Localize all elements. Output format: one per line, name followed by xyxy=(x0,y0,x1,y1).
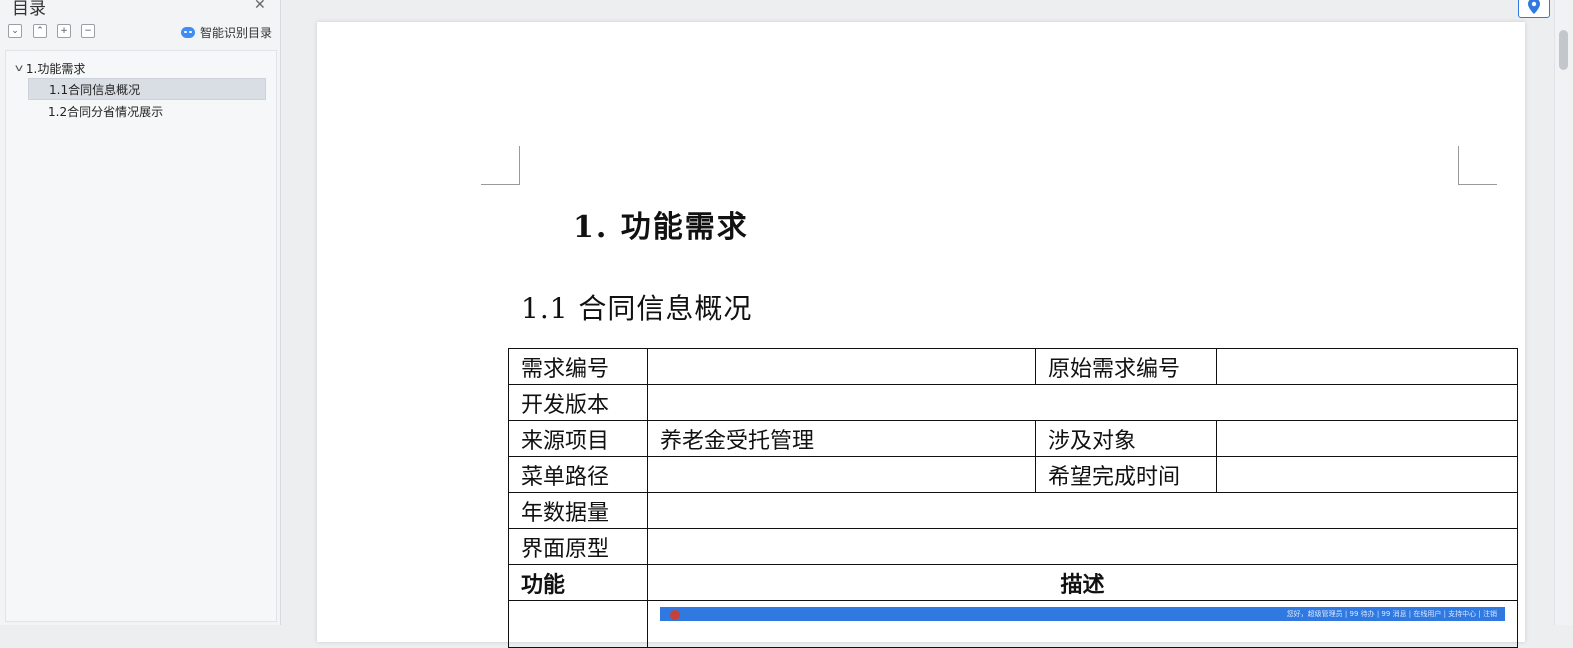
table-cell[interactable] xyxy=(647,456,1036,493)
location-pin-icon xyxy=(1528,0,1540,14)
table-row: 菜单路径 希望完成时间 xyxy=(508,456,1518,493)
table-cell[interactable]: 界面原型 xyxy=(508,528,648,565)
toc-tree: v 1.功能需求 1.1合同信息概况 1.2合同分省情况展示 xyxy=(5,50,277,622)
table-row: 界面原型 xyxy=(508,528,1518,565)
table-cell[interactable]: 来源项目 xyxy=(508,420,648,457)
toc-item-label: 1.2合同分省情况展示 xyxy=(48,105,164,119)
table-cell[interactable]: 需求编号 xyxy=(508,348,648,385)
requirements-table: 需求编号 原始需求编号 开发版本 来源项目 养老金受托管理 涉及对象 菜单路径 … xyxy=(508,348,1518,648)
toc-title: 目录 xyxy=(12,0,46,19)
chevron-down-icon[interactable]: v xyxy=(15,63,23,74)
table-cell[interactable] xyxy=(647,528,1518,565)
heading-1: 1. 功能需求 xyxy=(573,210,749,245)
table-header-cell[interactable]: 功能 xyxy=(508,564,648,601)
table-row: 年数据量 xyxy=(508,492,1518,529)
location-pin-button[interactable] xyxy=(1518,0,1550,18)
toc-item-1-1[interactable]: 1.1合同信息概况 xyxy=(28,78,266,100)
table-cell[interactable]: 涉及对象 xyxy=(1035,420,1217,457)
smart-toc-label: 智能识别目录 xyxy=(199,25,272,40)
table-cell[interactable]: 菜单路径 xyxy=(508,456,648,493)
document-page: 1. 功能需求 1.1 合同信息概况 需求编号 原始需求编号 开发版本 来源项目… xyxy=(317,22,1525,648)
toc-item-label: 1.1合同信息概况 xyxy=(49,83,141,97)
ai-icon xyxy=(180,26,195,38)
close-icon[interactable]: ✕ xyxy=(254,0,266,13)
table-row: 需求编号 原始需求编号 xyxy=(508,348,1518,385)
scrollbar-thumb[interactable] xyxy=(1559,30,1568,70)
table-cell[interactable] xyxy=(647,384,1518,421)
table-cell[interactable]: 养老金受托管理 xyxy=(647,420,1036,457)
crop-mark-top-right xyxy=(1458,146,1497,185)
table-cell[interactable] xyxy=(508,600,648,648)
prototype-image-cell[interactable]: 您好，超级管理员 | 99 待办 | 99 消息 | 在线用户 | 支持中心 |… xyxy=(647,600,1518,648)
crop-mark-top-left xyxy=(481,146,520,185)
toc-item-1-2[interactable]: 1.2合同分省情况展示 xyxy=(28,101,266,123)
table-cell[interactable]: 希望完成时间 xyxy=(1035,456,1217,493)
table-row: 来源项目 养老金受托管理 涉及对象 xyxy=(508,420,1518,457)
table-cell[interactable]: 年数据量 xyxy=(508,492,648,529)
heading-2: 1.1 合同信息概况 xyxy=(521,292,753,325)
table-row: 您好，超级管理员 | 99 待办 | 99 消息 | 在线用户 | 支持中心 |… xyxy=(508,600,1518,648)
smart-toc-button[interactable]: 智能识别目录 xyxy=(180,24,272,40)
prototype-screenshot: 您好，超级管理员 | 99 待办 | 99 消息 | 在线用户 | 支持中心 |… xyxy=(660,607,1505,621)
table-cell[interactable]: 开发版本 xyxy=(508,384,648,421)
table-cell[interactable] xyxy=(1216,456,1518,493)
table-header-row: 功能 描述 xyxy=(508,564,1518,601)
table-cell[interactable] xyxy=(1216,420,1518,457)
table-cell[interactable]: 原始需求编号 xyxy=(1035,348,1217,385)
expand-all-button[interactable]: + xyxy=(57,24,71,38)
logo-icon xyxy=(670,610,680,620)
vertical-scrollbar[interactable] xyxy=(1554,0,1573,625)
table-cell[interactable] xyxy=(1216,348,1518,385)
prototype-nav-text: 您好，超级管理员 | 99 待办 | 99 消息 | 在线用户 | 支持中心 |… xyxy=(1286,610,1497,618)
table-cell[interactable] xyxy=(647,492,1518,529)
toc-item-1[interactable]: v 1.功能需求 xyxy=(15,60,86,77)
toc-item-label: 1.功能需求 xyxy=(25,62,86,76)
table-row: 开发版本 xyxy=(508,384,1518,421)
table-header-cell[interactable]: 描述 xyxy=(647,564,1518,601)
collapse-level-button[interactable]: ⌃ xyxy=(33,24,47,38)
toc-toolbar: ⌄ ⌃ + − 智能识别目录 xyxy=(8,24,272,40)
table-cell[interactable] xyxy=(647,348,1036,385)
toc-sidebar: 目录 ✕ ⌄ ⌃ + − 智能识别目录 v 1.功能需求 1.1合同信息概况 1… xyxy=(0,0,281,625)
document-area: 1. 功能需求 1.1 合同信息概况 需求编号 原始需求编号 开发版本 来源项目… xyxy=(281,0,1554,648)
expand-level-button[interactable]: ⌄ xyxy=(8,24,22,38)
collapse-all-button[interactable]: − xyxy=(81,24,95,38)
